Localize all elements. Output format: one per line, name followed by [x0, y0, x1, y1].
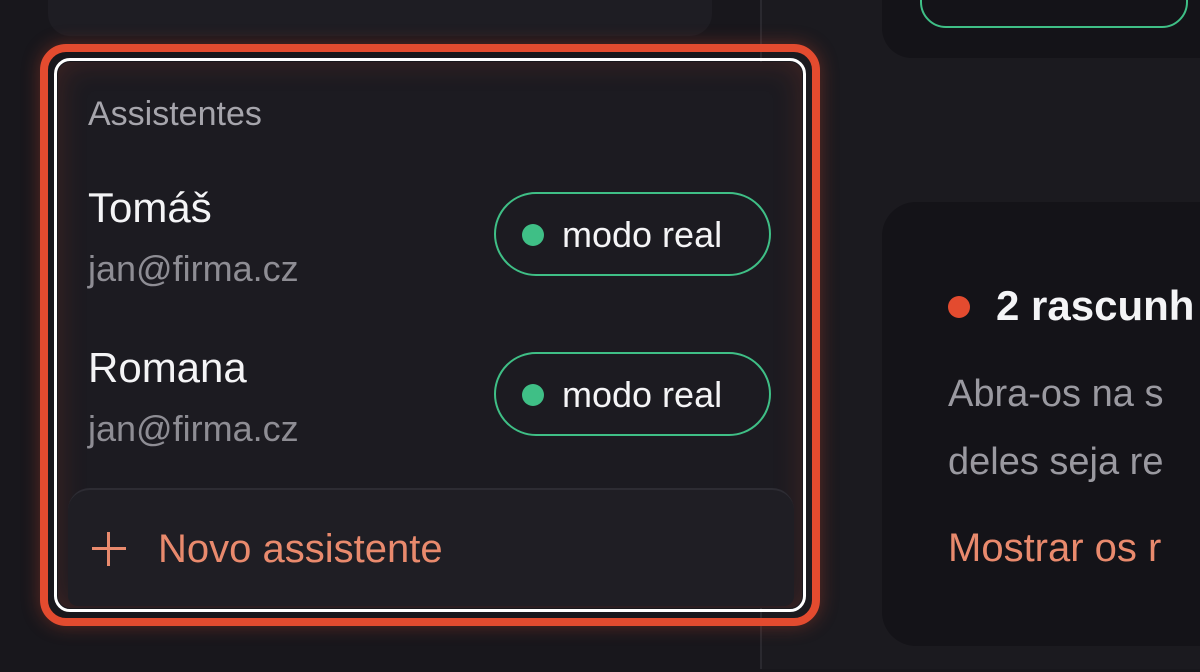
previous-card [48, 0, 712, 36]
drafts-body: Abra-os na s deles seja re [948, 360, 1200, 496]
cropped-next-item [94, 660, 434, 672]
drafts-body-line: Abra-os na s [948, 373, 1164, 415]
red-dot-icon [948, 296, 970, 318]
drafts-title: 2 rascunh [996, 282, 1195, 329]
top-right-pill[interactable] [920, 0, 1188, 28]
show-drafts-link[interactable]: Mostrar os r [948, 522, 1161, 574]
drafts-card: 2 rascunh Abra-os na s deles seja re Mos… [882, 202, 1200, 646]
focus-highlight-inner [54, 58, 806, 612]
focus-highlight-frame [40, 44, 820, 626]
drafts-body-line: deles seja re [948, 441, 1164, 483]
